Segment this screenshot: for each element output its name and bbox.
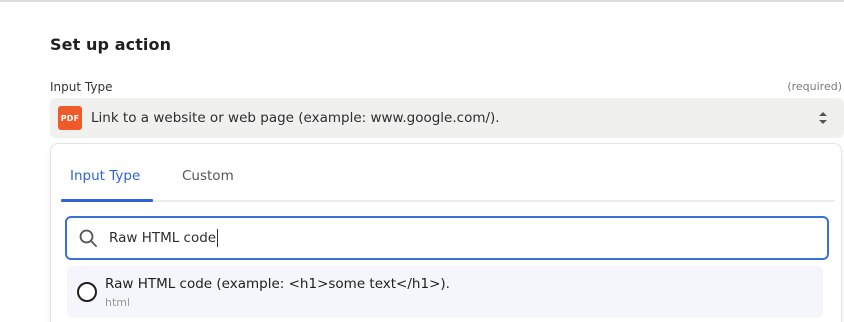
input-type-select[interactable]: PDF Link to a website or web page (examp… [50, 98, 844, 138]
section-title: Set up action [50, 35, 172, 54]
tab-label: Custom [182, 168, 234, 184]
active-tab-indicator [61, 199, 153, 202]
tab-input-type[interactable]: Input Type [70, 168, 140, 184]
dropdown-panel: Input Type Custom Raw HTML code Raw HTML… [50, 143, 842, 322]
search-input[interactable]: Raw HTML code [65, 216, 829, 260]
top-divider [0, 0, 844, 2]
updown-chevron-icon [819, 112, 827, 124]
tab-label: Input Type [70, 168, 141, 184]
action-setup-page: Set up action Input Type (required) PDF … [0, 0, 844, 322]
tab-bar: Input Type Custom [61, 144, 835, 202]
selected-value: Link to a website or web page (example: … [91, 110, 500, 126]
option-label: Raw HTML code (example: <h1>some text</h… [105, 276, 450, 292]
input-type-label: Input Type [50, 80, 113, 94]
search-query: Raw HTML code [109, 229, 219, 247]
required-indicator: (required) [787, 80, 842, 93]
search-icon [79, 229, 97, 247]
pdf-icon: PDF [58, 106, 82, 130]
tab-custom[interactable]: Custom [182, 168, 234, 184]
option-raw-html[interactable]: Raw HTML code (example: <h1>some text</h… [67, 266, 823, 318]
radio-button-icon[interactable] [77, 282, 97, 302]
option-sublabel: html [105, 296, 131, 309]
